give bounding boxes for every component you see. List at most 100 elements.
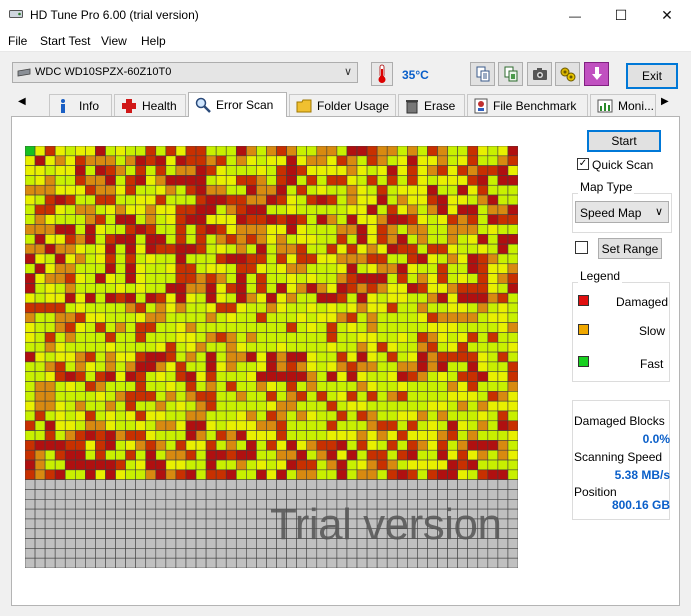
map-block <box>276 391 287 402</box>
map-block <box>447 292 458 304</box>
map-block <box>95 283 106 294</box>
map-block <box>457 430 468 441</box>
map-block <box>185 234 197 245</box>
copy-info-button[interactable] <box>498 62 523 86</box>
map-block <box>115 332 126 343</box>
map-block <box>346 430 358 441</box>
exit-button[interactable]: Exit <box>626 63 678 89</box>
map-block <box>356 155 368 166</box>
tab-monitor[interactable]: Moni... <box>590 94 656 116</box>
options-button[interactable] <box>555 62 580 86</box>
tab-error-scan[interactable]: Error Scan <box>188 92 287 117</box>
map-block <box>145 194 157 206</box>
map-block <box>256 302 267 314</box>
drive-select[interactable]: WDC WD10SPZX-60Z10T0 ∨ <box>12 62 358 83</box>
map-block <box>54 410 66 422</box>
map-block <box>336 243 348 255</box>
map-block <box>215 292 227 304</box>
map-block <box>296 430 308 441</box>
map-block <box>447 391 458 402</box>
map-block <box>316 312 328 323</box>
tab-info[interactable]: Info <box>49 94 112 116</box>
map-block <box>306 322 318 333</box>
set-range-checkbox[interactable] <box>575 241 588 254</box>
map-block <box>487 263 499 274</box>
map-block <box>356 194 368 206</box>
map-block <box>477 400 489 412</box>
copy-text-button[interactable] <box>470 62 495 86</box>
map-block <box>125 489 136 500</box>
map-block <box>105 204 116 215</box>
minimize-icon: — <box>569 8 581 23</box>
map-block <box>386 557 398 568</box>
menu-help[interactable]: Help <box>141 34 166 48</box>
map-type-select[interactable]: Speed Map ∨ <box>575 201 669 223</box>
map-block <box>145 263 157 274</box>
menu-file[interactable]: File <box>8 34 27 48</box>
set-range-button[interactable]: Set Range <box>598 238 662 259</box>
map-block <box>266 155 277 166</box>
map-block <box>135 430 147 441</box>
map-block <box>64 341 76 353</box>
menu-view[interactable]: View <box>101 34 127 48</box>
map-block <box>185 361 197 373</box>
map-block <box>135 528 147 539</box>
screenshot-button[interactable] <box>527 62 552 86</box>
map-block <box>34 224 46 235</box>
map-block <box>296 440 308 451</box>
minimize-button[interactable]: — <box>552 0 598 31</box>
map-block <box>457 469 468 480</box>
map-block <box>437 273 448 284</box>
map-block <box>54 312 66 323</box>
map-block <box>175 498 187 510</box>
map-block <box>155 479 167 490</box>
map-block <box>34 518 46 530</box>
maximize-button[interactable]: ☐ <box>598 0 644 31</box>
map-block <box>497 292 509 304</box>
tab-file-benchmark[interactable]: File Benchmark <box>467 94 588 116</box>
map-block <box>427 469 438 480</box>
map-block <box>407 479 418 490</box>
map-block <box>467 175 479 186</box>
map-block <box>64 381 76 392</box>
start-button[interactable]: Start <box>587 130 661 152</box>
map-block <box>427 146 438 157</box>
map-block <box>135 489 147 500</box>
map-block <box>286 440 297 451</box>
map-block <box>125 469 136 480</box>
tab-erase[interactable]: Erase <box>398 94 465 116</box>
map-block <box>427 204 438 215</box>
map-block <box>235 518 247 530</box>
map-block <box>54 204 66 215</box>
scanning-speed-value: 5.38 MB/s <box>614 468 670 482</box>
map-block <box>235 538 247 549</box>
map-block <box>34 302 46 314</box>
close-button[interactable]: ✕ <box>644 0 690 31</box>
save-button[interactable] <box>584 62 609 86</box>
tab-scroll-left-icon[interactable]: ◀ <box>18 96 26 107</box>
menu-start-test[interactable]: Start Test <box>40 34 90 48</box>
map-block <box>457 322 468 333</box>
quick-scan-checkbox[interactable]: ✓ <box>577 158 589 170</box>
map-block <box>185 430 197 441</box>
hdd-icon <box>17 68 31 77</box>
map-block <box>135 322 147 333</box>
map-block <box>165 528 177 539</box>
map-block <box>246 538 257 549</box>
map-block <box>417 322 428 333</box>
map-block <box>437 263 448 274</box>
temperature-button[interactable] <box>371 62 393 86</box>
tab-health[interactable]: Health <box>114 94 186 116</box>
legend-damaged-swatch <box>578 295 589 306</box>
map-block <box>386 430 398 441</box>
map-block <box>306 400 318 412</box>
map-block <box>95 430 106 441</box>
tab-folder-usage[interactable]: Folder Usage <box>289 94 396 116</box>
map-block <box>497 253 509 265</box>
map-block <box>235 283 247 294</box>
map-block <box>125 312 136 323</box>
tab-scroll-right-icon[interactable]: ▶ <box>661 96 669 107</box>
map-block <box>396 146 408 157</box>
map-block <box>34 361 46 373</box>
map-block <box>467 351 479 363</box>
